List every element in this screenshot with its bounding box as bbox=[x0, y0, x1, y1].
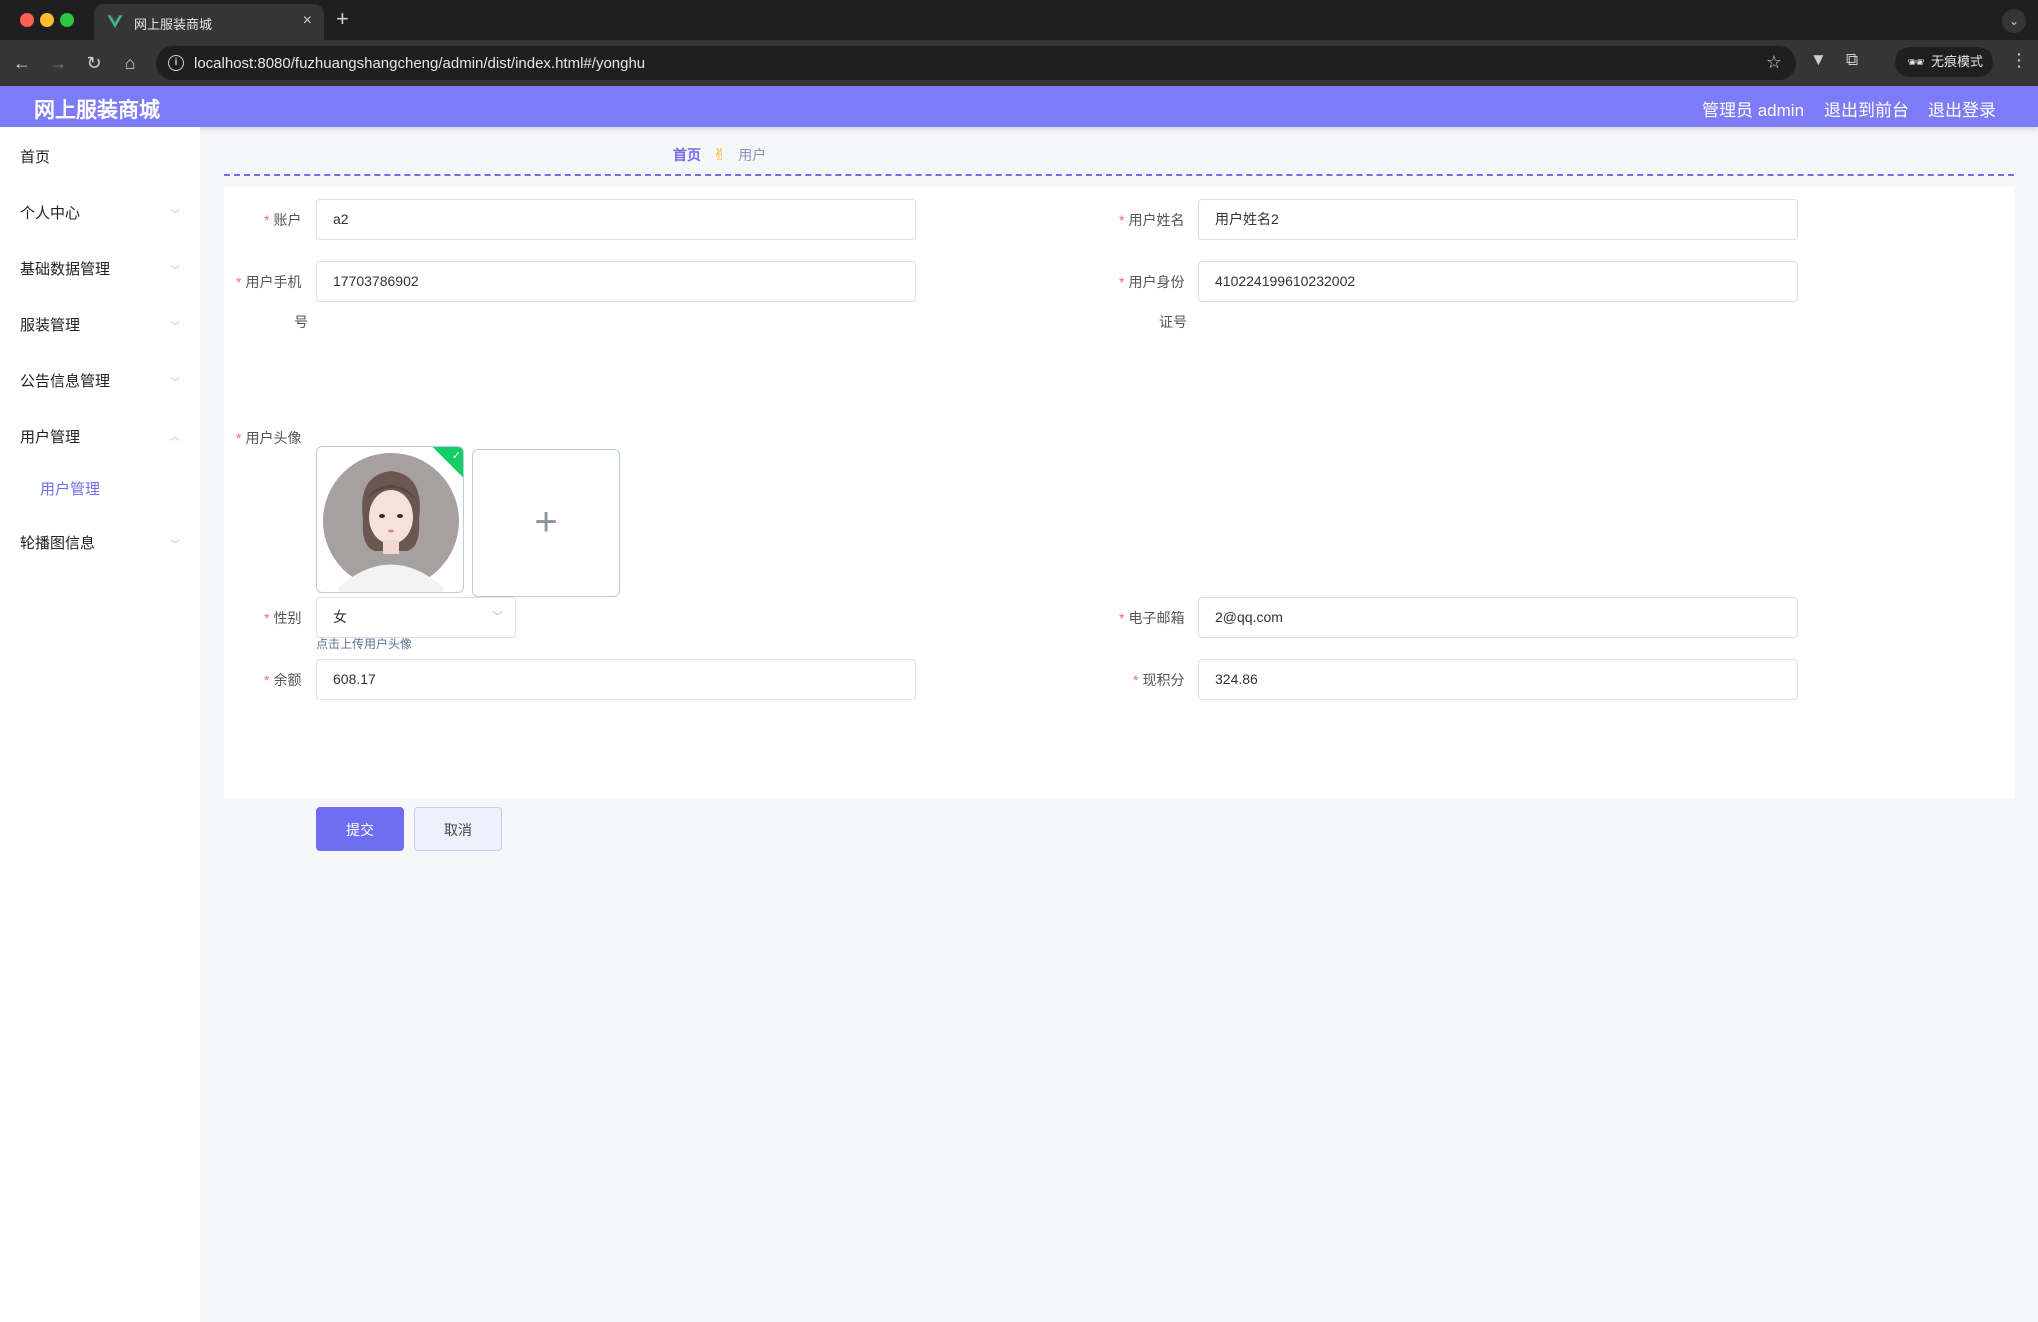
gender-select[interactable]: 女 ﹀ bbox=[316, 597, 516, 638]
email-input[interactable]: 2@qq.com bbox=[1198, 597, 1798, 638]
id-card-label: * 用户身份 bbox=[1119, 274, 1185, 290]
id-card-label-continued: 证号 bbox=[1159, 314, 1187, 330]
extensions-puzzle-icon[interactable]: ⧉ bbox=[1846, 50, 1858, 70]
sidebar-item-user-management[interactable]: 用户管理 bbox=[20, 426, 80, 447]
sidebar-item-home[interactable]: 首页 bbox=[20, 146, 50, 167]
id-card-input[interactable]: 410224199610232002 bbox=[1198, 261, 1798, 302]
phone-label-continued: 号 bbox=[294, 314, 308, 330]
email-label: * 电子邮箱 bbox=[1119, 610, 1185, 626]
forward-arrow-icon[interactable]: → bbox=[46, 51, 70, 75]
gender-selected-value: 女 bbox=[333, 609, 347, 625]
victory-hand-icon: ✌ bbox=[712, 147, 727, 164]
user-name-input[interactable]: 用户姓名2 bbox=[1198, 199, 1798, 240]
breadcrumb-home[interactable]: 首页 bbox=[673, 147, 701, 163]
avatar-image bbox=[323, 453, 459, 592]
sidebar: 首页 个人中心 ﹀ 基础数据管理 ﹀ 服装管理 ﹀ 公告信息管理 ﹀ 用户管理 … bbox=[0, 127, 200, 1322]
browser-toolbar: ← → ↻ ⌂ i localhost:8080/fuzhuangshangch… bbox=[0, 40, 2038, 86]
bookmark-star-icon[interactable]: ☆ bbox=[1766, 52, 1782, 73]
incognito-indicator[interactable]: 🕶 无痕模式 bbox=[1895, 47, 1993, 77]
sidebar-item-notices[interactable]: 公告信息管理 bbox=[20, 370, 110, 391]
tab-title: 网上服装商城 bbox=[134, 17, 213, 32]
browser-tab[interactable]: 网上服装商城 × bbox=[94, 4, 324, 40]
vue-logo-icon bbox=[107, 15, 123, 28]
sidebar-item-carousel[interactable]: 轮播图信息 bbox=[20, 532, 95, 553]
breadcrumb-current: 用户 bbox=[738, 147, 767, 163]
submit-button[interactable]: 提交 bbox=[316, 807, 404, 851]
app-root: 网上服装商城 管理员 admin 退出到前台 退出登录 首页 个人中心 ﹀ 基础… bbox=[0, 86, 2038, 1322]
admin-user-label: 管理员 admin bbox=[1702, 101, 1805, 120]
incognito-icon: 🕶 bbox=[1907, 54, 1925, 70]
account-label: * 账户 bbox=[264, 212, 302, 228]
sidebar-item-clothing[interactable]: 服装管理 bbox=[20, 314, 80, 335]
phone-input[interactable]: 17703786902 bbox=[316, 261, 916, 302]
sidebar-item-basic-data[interactable]: 基础数据管理 bbox=[20, 258, 110, 279]
address-bar[interactable]: i localhost:8080/fuzhuangshangcheng/admi… bbox=[156, 46, 1796, 80]
chevron-down-icon: ﹀ bbox=[492, 611, 503, 623]
balance-label: * 余额 bbox=[264, 672, 302, 688]
gender-label: * 性别 bbox=[264, 610, 302, 626]
chevron-down-icon: ﹀ bbox=[170, 540, 180, 551]
phone-label: * 用户手机 bbox=[236, 274, 302, 290]
chevron-down-icon: ﹀ bbox=[170, 266, 180, 277]
back-to-front-link[interactable]: 退出到前台 bbox=[1824, 96, 1909, 121]
breadcrumb: 首页 ✌ 用户 bbox=[673, 145, 766, 165]
cancel-button[interactable]: 取消 bbox=[414, 807, 502, 851]
tab-close-icon[interactable]: × bbox=[303, 12, 312, 30]
close-window-button[interactable] bbox=[20, 13, 34, 27]
chevron-down-icon: ﹀ bbox=[170, 322, 180, 333]
browser-tab-bar: 网上服装商城 × + ⌄ bbox=[0, 0, 2038, 40]
reload-icon[interactable]: ↻ bbox=[82, 51, 106, 75]
back-arrow-icon[interactable]: ← bbox=[10, 51, 34, 75]
breadcrumb-divider bbox=[224, 174, 2014, 176]
new-tab-button[interactable]: + bbox=[336, 7, 349, 31]
top-header: 网上服装商城 管理员 admin 退出到前台 退出登录 bbox=[0, 86, 2038, 127]
browser-menu-icon[interactable]: ⋮ bbox=[2010, 50, 2028, 71]
avatar-upload-button[interactable]: + bbox=[472, 449, 620, 597]
user-name-label: * 用户姓名 bbox=[1119, 212, 1185, 228]
brand-title: 网上服装商城 bbox=[34, 99, 160, 122]
site-info-icon[interactable]: i bbox=[168, 55, 184, 71]
points-label: * 现积分 bbox=[1133, 672, 1185, 688]
tab-search-icon[interactable]: ⌄ bbox=[2002, 9, 2026, 33]
account-input[interactable]: a2 bbox=[316, 199, 916, 240]
avatar-label: * 用户头像 bbox=[236, 430, 302, 446]
sidebar-item-personal-center[interactable]: 个人中心 bbox=[20, 202, 80, 223]
incognito-label: 无痕模式 bbox=[1931, 54, 1984, 69]
chevron-up-icon: ︿ bbox=[170, 432, 180, 443]
url-text[interactable]: localhost:8080/fuzhuangshangcheng/admin/… bbox=[194, 55, 645, 72]
check-icon: ✓ bbox=[451, 450, 461, 462]
logout-link[interactable]: 退出登录 bbox=[1928, 96, 1996, 121]
balance-input[interactable]: 608.17 bbox=[316, 659, 916, 700]
chevron-down-icon: ﹀ bbox=[170, 210, 180, 221]
chevron-down-icon: ﹀ bbox=[170, 378, 180, 389]
maximize-window-button[interactable] bbox=[60, 13, 74, 27]
minimize-window-button[interactable] bbox=[40, 13, 54, 27]
points-input[interactable]: 324.86 bbox=[1198, 659, 1798, 700]
vue-devtools-extension-icon[interactable]: ▼ bbox=[1810, 50, 1827, 70]
plus-icon: + bbox=[534, 500, 558, 544]
avatar-thumbnail[interactable]: ✓ bbox=[316, 446, 464, 593]
home-icon[interactable]: ⌂ bbox=[118, 51, 142, 75]
sidebar-subitem-user-management[interactable]: 用户管理 bbox=[40, 478, 100, 499]
